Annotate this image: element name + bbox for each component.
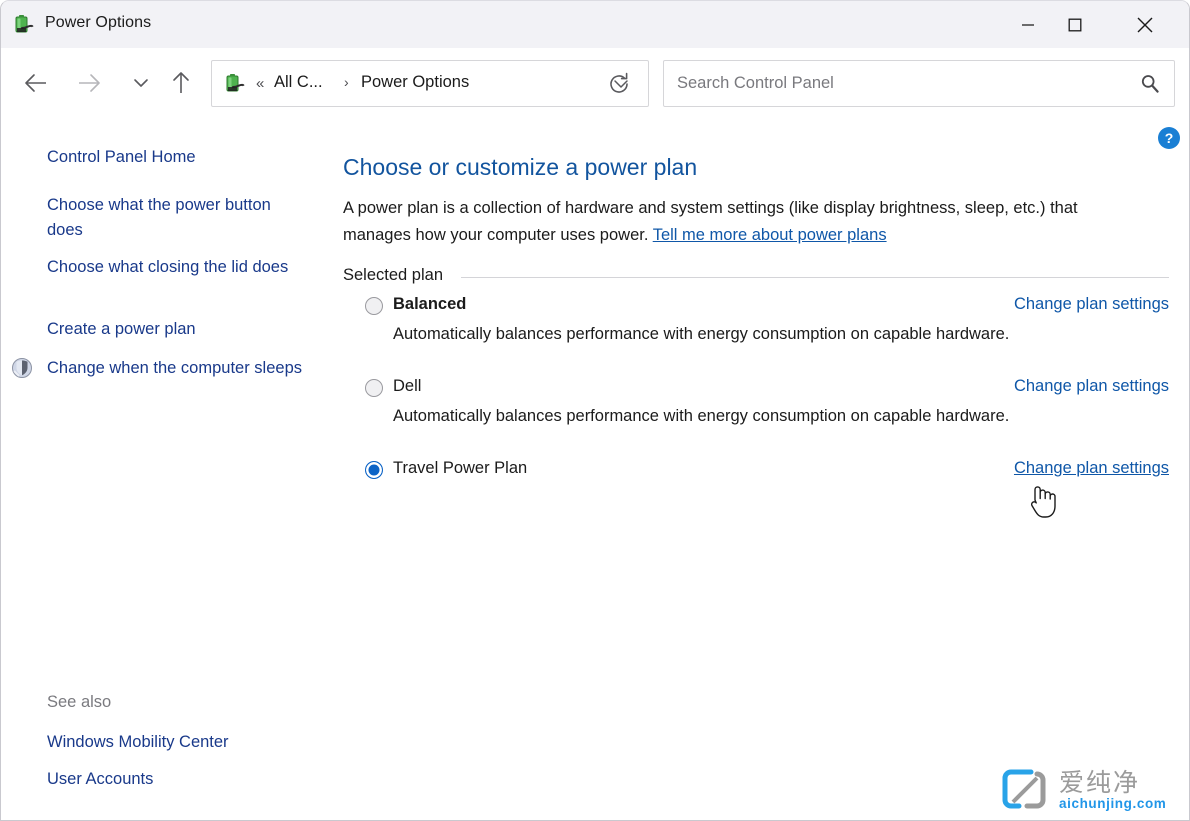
forward-button[interactable]: [69, 63, 109, 103]
plan-description-balanced: Automatically balances performance with …: [393, 325, 1009, 344]
section-divider: [461, 277, 1169, 278]
maximize-button[interactable]: [1052, 1, 1098, 48]
breadcrumb-segment-all-control-panel[interactable]: All C...: [274, 73, 323, 92]
up-button[interactable]: [161, 63, 201, 103]
page-title: Choose or customize a power plan: [343, 154, 697, 181]
close-button[interactable]: [1122, 1, 1168, 48]
sidebar-item-windows-mobility-center[interactable]: Windows Mobility Center: [47, 730, 309, 755]
title-bar: Power Options: [1, 1, 1190, 48]
back-button[interactable]: [16, 63, 56, 103]
breadcrumb-overflow[interactable]: «: [256, 75, 264, 92]
tell-me-more-link[interactable]: Tell me more about power plans: [653, 226, 887, 244]
breadcrumb-separator-icon[interactable]: ›: [344, 74, 349, 90]
search-box[interactable]: Search Control Panel: [663, 60, 1175, 107]
selected-plan-section-header: Selected plan: [343, 266, 1169, 288]
help-icon: ?: [1165, 131, 1174, 145]
change-plan-settings-travel-power-plan[interactable]: Change plan settings: [1014, 459, 1169, 478]
address-power-battery-icon: [225, 72, 247, 94]
plan-description-dell: Automatically balances performance with …: [393, 407, 1009, 426]
search-input[interactable]: Search Control Panel: [677, 74, 834, 93]
search-icon[interactable]: [1139, 73, 1161, 95]
plan-name-travel-power-plan: Travel Power Plan: [393, 459, 527, 478]
plan-name-balanced: Balanced: [393, 295, 466, 314]
breadcrumb-segment-power-options[interactable]: Power Options: [361, 73, 469, 92]
power-options-window: Power Options: [0, 0, 1190, 821]
change-plan-settings-balanced[interactable]: Change plan settings: [1014, 295, 1169, 314]
power-battery-icon: [14, 13, 36, 35]
plan-radio-dell[interactable]: [365, 379, 383, 397]
sidebar-item-control-panel-home[interactable]: Control Panel Home: [47, 145, 309, 170]
sidebar-item-create-power-plan[interactable]: Create a power plan: [47, 317, 309, 342]
sidebar-item-change-when-computer-sleeps[interactable]: Change when the computer sleeps: [47, 356, 309, 381]
shield-sleep-icon: [11, 357, 33, 379]
plan-name-dell: Dell: [393, 377, 421, 396]
see-also-label: See also: [47, 693, 111, 712]
sidebar: Control Panel Home Choose what the power…: [1, 123, 337, 821]
sidebar-item-user-accounts[interactable]: User Accounts: [47, 767, 309, 792]
intro-paragraph: A power plan is a collection of hardware…: [343, 195, 1143, 249]
address-bar[interactable]: « All C... › Power Options: [211, 60, 649, 107]
chevron-down-icon[interactable]: [121, 63, 161, 103]
minimize-button[interactable]: [1005, 1, 1051, 48]
sidebar-item-power-button[interactable]: Choose what the power button does: [47, 193, 309, 243]
change-plan-settings-dell[interactable]: Change plan settings: [1014, 377, 1169, 396]
main-content: ? Choose or customize a power plan A pow…: [337, 123, 1190, 821]
sidebar-item-closing-lid[interactable]: Choose what closing the lid does: [47, 255, 309, 280]
section-label: Selected plan: [343, 266, 453, 285]
plan-radio-balanced[interactable]: [365, 297, 383, 315]
plan-radio-travel-power-plan[interactable]: [365, 461, 383, 479]
refresh-button[interactable]: [598, 63, 640, 105]
window-title: Power Options: [45, 14, 151, 32]
help-button[interactable]: ?: [1158, 127, 1180, 149]
